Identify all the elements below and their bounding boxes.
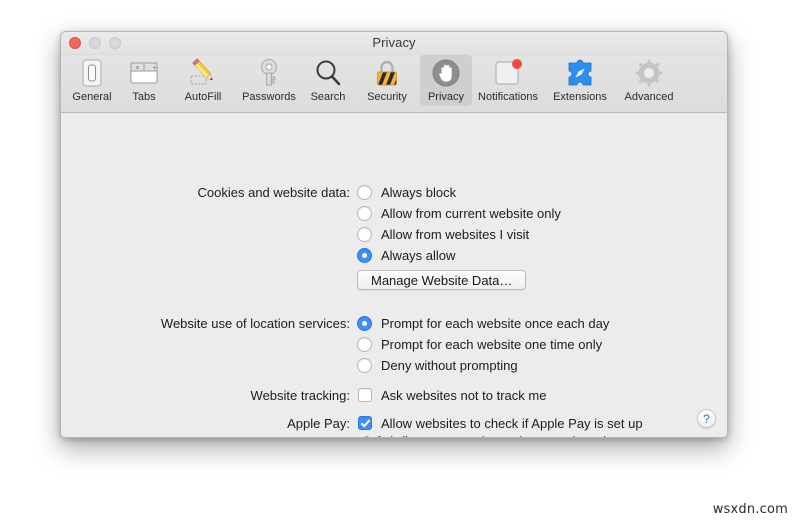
toolbar-label: Advanced <box>624 91 674 103</box>
notifications-icon <box>492 57 524 89</box>
radio-button[interactable] <box>357 226 372 242</box>
toolbar-label: General <box>72 91 112 103</box>
preferences-toolbar: General × + Tabs AutoFill Passwords Sear… <box>61 55 727 113</box>
manage-website-data-button[interactable]: Manage Website Data… <box>357 270 527 290</box>
toolbar-label: Tabs <box>132 91 156 103</box>
toolbar-label: Privacy <box>427 91 465 103</box>
cookies-option-always-block[interactable]: Always block <box>357 183 456 201</box>
radio-button[interactable] <box>357 336 372 352</box>
checkbox-label: Allow websites to check if Apple Pay is … <box>381 415 643 431</box>
toolbar-item-extensions[interactable]: Extensions <box>544 55 616 106</box>
toolbar-item-autofill[interactable]: AutoFill <box>170 55 236 106</box>
toolbar-item-tabs[interactable]: × + Tabs <box>118 55 170 106</box>
apple-pay-checkbox-row[interactable]: Allow websites to check if Apple Pay is … <box>358 414 643 432</box>
radio-button[interactable] <box>357 184 372 200</box>
option-label: Allow from current website only <box>381 205 561 221</box>
toolbar-label: Notifications <box>478 91 538 103</box>
tabs-icon: × + <box>128 57 160 89</box>
privacy-settings-pane: Cookies and website data: Always block A… <box>61 113 727 437</box>
general-icon <box>76 57 108 89</box>
passwords-icon <box>253 57 285 89</box>
toolbar-label: Security <box>367 91 407 103</box>
location-option-one-time-only[interactable]: Prompt for each website one time only <box>357 335 602 353</box>
cookies-label: Cookies and website data: <box>197 185 350 200</box>
toolbar-label: Extensions <box>553 91 607 103</box>
toolbar-item-privacy[interactable]: Privacy <box>420 55 472 106</box>
help-button[interactable]: ? <box>697 409 716 428</box>
location-option-deny-without-prompting[interactable]: Deny without prompting <box>357 356 518 374</box>
website-tracking-checkbox-row[interactable]: Ask websites not to track me <box>358 386 546 404</box>
toolbar-label: AutoFill <box>184 91 222 103</box>
location-services-label: Website use of location services: <box>160 316 350 331</box>
option-label: Always allow <box>381 247 456 263</box>
toolbar-item-notifications[interactable]: Notifications <box>472 55 544 106</box>
preferences-window: Privacy General × + Tabs AutoFill Passwo… <box>60 31 728 438</box>
advanced-icon <box>633 57 665 89</box>
apple-pay-label: Apple Pay: <box>287 416 350 431</box>
radio-button[interactable] <box>357 205 372 221</box>
option-label: Prompt for each website one time only <box>381 336 603 352</box>
security-icon <box>371 57 403 89</box>
toolbar-label: Passwords <box>242 91 296 103</box>
autofill-icon <box>187 57 219 89</box>
privacy-icon <box>430 57 462 89</box>
toolbar-label: Search <box>310 91 346 103</box>
option-label: Allow from websites I visit <box>381 226 530 242</box>
toolbar-item-advanced[interactable]: Advanced <box>616 55 682 106</box>
toolbar-item-security[interactable]: Security <box>354 55 420 106</box>
location-option-once-each-day[interactable]: Prompt for each website once each day <box>357 314 609 332</box>
radio-button[interactable] <box>357 357 372 373</box>
toolbar-item-passwords[interactable]: Passwords <box>236 55 302 106</box>
window-titlebar: Privacy <box>61 32 727 55</box>
toolbar-item-general[interactable]: General <box>66 55 118 106</box>
search-icon <box>312 57 344 89</box>
checkbox[interactable] <box>358 416 372 430</box>
checkbox-label: Ask websites not to track me <box>381 387 547 403</box>
apple-pay-description: Safari allows you to make purchases on t… <box>363 435 620 437</box>
svg-text:×: × <box>135 65 140 72</box>
radio-button[interactable] <box>357 315 372 331</box>
toolbar-item-search[interactable]: Search <box>302 55 354 106</box>
checkbox[interactable] <box>358 388 372 402</box>
cookies-option-always-allow[interactable]: Always allow <box>357 246 455 264</box>
cookies-option-current-website-only[interactable]: Allow from current website only <box>357 204 561 222</box>
option-label: Always block <box>381 184 457 200</box>
radio-button[interactable] <box>357 247 372 263</box>
extensions-icon <box>564 57 596 89</box>
option-label: Prompt for each website once each day <box>381 315 610 331</box>
window-title: Privacy <box>372 35 416 50</box>
watermark: wsxdn.com <box>712 502 788 517</box>
website-tracking-label: Website tracking: <box>250 388 350 403</box>
cookies-option-websites-i-visit[interactable]: Allow from websites I visit <box>357 225 529 243</box>
svg-text:+: + <box>152 65 157 72</box>
option-label: Deny without prompting <box>381 357 518 373</box>
